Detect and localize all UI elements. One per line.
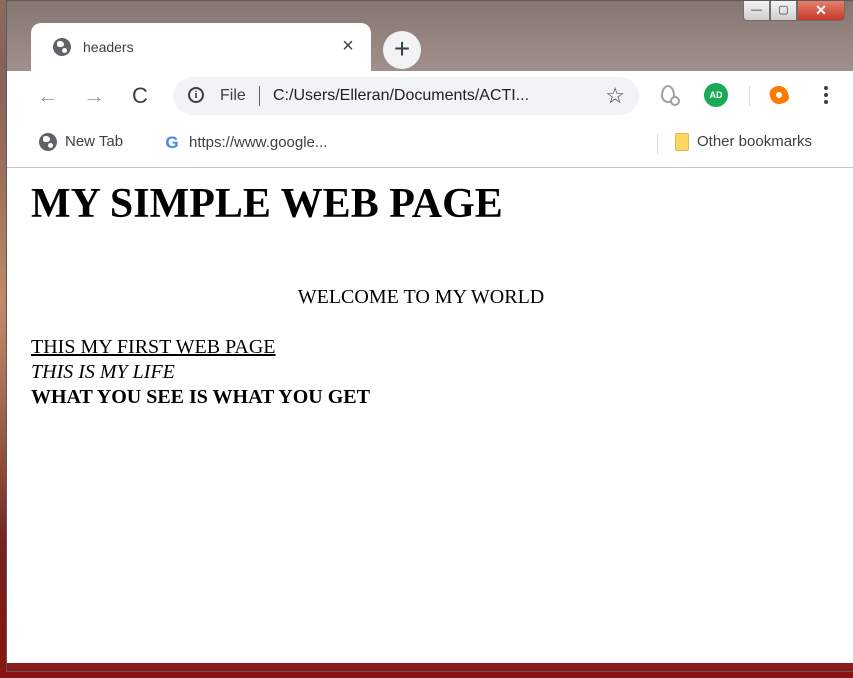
bookmark-new-tab[interactable]: New Tab bbox=[39, 133, 124, 152]
minimize-button[interactable]: — bbox=[743, 1, 770, 21]
underlined-text: THIS MY FIRST WEB PAGE bbox=[31, 336, 276, 358]
bookmark-label: https://www.google... bbox=[189, 133, 328, 151]
italic-text: THIS IS MY LIFE bbox=[31, 361, 175, 383]
globe-icon bbox=[53, 38, 71, 56]
bookmark-label: New Tab bbox=[65, 133, 124, 150]
back-arrow-icon[interactable]: ← bbox=[35, 83, 61, 109]
tab-title: headers bbox=[83, 39, 134, 55]
url-text[interactable]: C:/Users/Elleran/Documents/ACTI... bbox=[273, 87, 529, 105]
url-scheme-label: File bbox=[220, 87, 246, 104]
kebab-menu-icon[interactable] bbox=[821, 83, 831, 109]
other-bookmarks-label: Other bookmarks bbox=[697, 133, 813, 150]
bookmarks-divider bbox=[657, 133, 658, 155]
tab-strip: headers × + — ▢ ✕ bbox=[7, 1, 853, 71]
omnibox-divider bbox=[259, 86, 260, 106]
welcome-text: WELCOME TO MY WORLD bbox=[297, 286, 545, 308]
window-controls: — ▢ ✕ bbox=[743, 1, 845, 25]
browser-window: headers × + — ▢ ✕ ← → C i File C:/Users/… bbox=[6, 0, 853, 672]
forward-arrow-icon[interactable]: → bbox=[81, 83, 107, 109]
close-window-button[interactable]: ✕ bbox=[797, 1, 845, 21]
bold-text: WHAT YOU SEE IS WHAT YOU GET bbox=[31, 386, 370, 408]
new-tab-button[interactable]: + bbox=[383, 31, 421, 69]
toolbar-divider bbox=[749, 86, 750, 106]
tab-close-icon[interactable]: × bbox=[337, 35, 359, 57]
bookmarks-bar: New Tab Ghttps://www.google... Other boo… bbox=[7, 121, 853, 168]
bookmark-star-icon[interactable]: ☆ bbox=[605, 83, 625, 109]
other-bookmarks[interactable]: Other bookmarks bbox=[675, 133, 813, 152]
maximize-button[interactable]: ▢ bbox=[770, 1, 797, 21]
page-heading: MY SIMPLE WEB PAGE bbox=[31, 181, 503, 227]
reload-icon[interactable]: C bbox=[127, 83, 153, 109]
address-bar[interactable]: i File C:/Users/Elleran/Documents/ACTI..… bbox=[173, 77, 639, 115]
avast-icon[interactable] bbox=[767, 83, 791, 107]
ink-extension-icon[interactable] bbox=[657, 83, 681, 107]
toolbar: ← → C i File C:/Users/Elleran/Documents/… bbox=[7, 71, 853, 121]
info-icon[interactable]: i bbox=[188, 87, 204, 103]
globe-icon bbox=[39, 133, 57, 152]
tab-headers[interactable]: headers × bbox=[31, 23, 371, 71]
google-icon: G bbox=[165, 133, 179, 152]
folder-icon bbox=[675, 133, 689, 152]
adblock-icon[interactable]: AD bbox=[704, 83, 728, 107]
window-bottom-frame bbox=[7, 663, 853, 671]
bookmark-google[interactable]: Ghttps://www.google... bbox=[163, 133, 327, 153]
page-viewport: MY SIMPLE WEB PAGE WELCOME TO MY WORLD T… bbox=[7, 168, 853, 663]
